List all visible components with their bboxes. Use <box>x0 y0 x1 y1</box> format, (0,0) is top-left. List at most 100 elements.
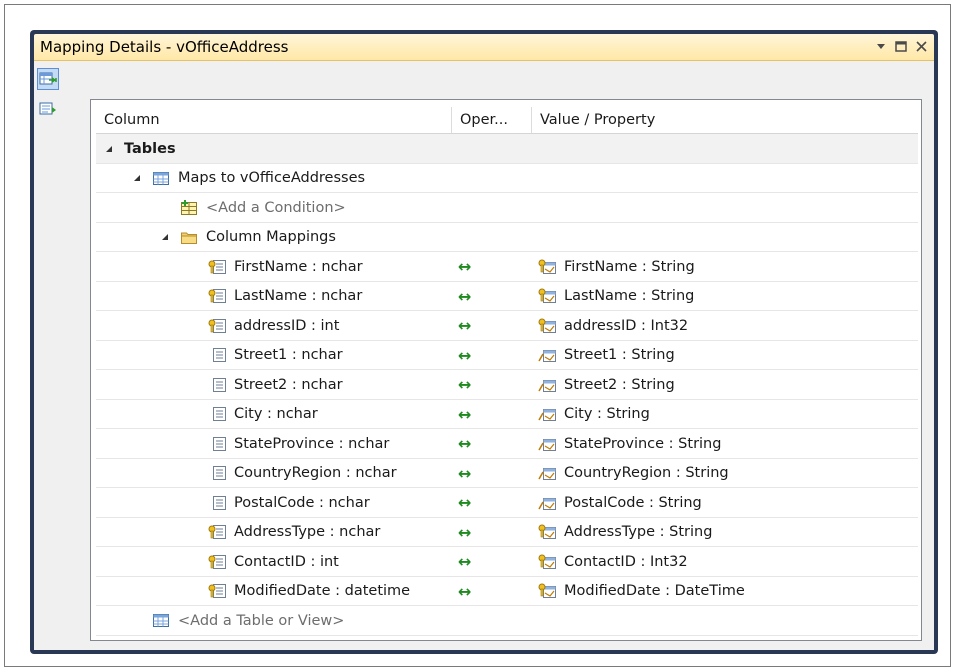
collapse-arrow-icon[interactable] <box>160 232 170 242</box>
mapping-row[interactable]: StateProvince : nchar ↔ StateProvince : … <box>96 429 918 459</box>
key-column-icon <box>208 583 226 599</box>
window-title: Mapping Details - vOfficeAddress <box>40 38 289 56</box>
collapse-arrow-icon[interactable] <box>104 144 114 154</box>
mapping-property-label: LastName : String <box>564 288 695 304</box>
property-icon <box>538 495 556 511</box>
mapping-row[interactable]: Street1 : nchar ↔ Street1 : String <box>96 341 918 370</box>
mapping-column-label: AddressType : nchar <box>234 524 381 540</box>
key-column-icon <box>208 259 226 275</box>
column-icon <box>208 465 226 481</box>
key-column-icon <box>208 288 226 304</box>
mapping-property-label: addressID : Int32 <box>564 317 689 334</box>
property-icon <box>538 347 556 363</box>
mapping-column-label: ContactID : int <box>234 553 339 570</box>
column-icon <box>208 377 226 393</box>
column-mappings-row[interactable]: Column Mappings <box>96 223 918 252</box>
maps-to-row[interactable]: Maps to vOfficeAddresses <box>96 164 918 193</box>
mapping-column-label: FirstName : nchar <box>234 258 363 275</box>
mapping-operator: ↔ <box>458 493 472 512</box>
mapping-row[interactable]: AddressType : nchar ↔ AddressType : Stri… <box>96 518 918 547</box>
table-icon <box>152 613 170 629</box>
maximize-icon[interactable] <box>894 38 908 54</box>
property-icon <box>538 465 556 481</box>
column-icon <box>208 495 226 511</box>
mapping-column-label: addressID : int <box>234 317 340 334</box>
window-controls <box>874 38 928 54</box>
add-condition-label: <Add a Condition> <box>206 199 346 216</box>
mapping-property-label: Street2 : String <box>564 376 675 393</box>
mapping-property-label: FirstName : String <box>564 258 695 275</box>
mapping-property-label: CountryRegion : String <box>564 465 729 481</box>
operator-header[interactable]: Oper... <box>452 107 532 133</box>
mapping-grid: Column Oper... Value / Property Tables M… <box>90 99 922 641</box>
add-condition-row[interactable]: <Add a Condition> <box>96 193 918 223</box>
mapping-details-window: Mapping Details - vOfficeAddress Column … <box>30 30 938 654</box>
mapping-column-label: ModifiedDate : datetime <box>234 583 411 599</box>
mapping-column-label: Street2 : nchar <box>234 376 343 393</box>
property-icon <box>538 377 556 393</box>
map-to-table-button[interactable] <box>37 68 59 90</box>
content-area: Column Oper... Value / Property Tables M… <box>34 61 934 650</box>
collapse-arrow-icon[interactable] <box>132 173 142 183</box>
mapping-property-label: ContactID : Int32 <box>564 553 688 570</box>
mapping-column-label: CountryRegion : nchar <box>234 465 397 481</box>
function-map-icon <box>39 102 56 115</box>
table-icon <box>152 170 170 186</box>
add-condition-icon <box>180 200 198 216</box>
mapping-column-label: Street1 : nchar <box>234 347 343 363</box>
mapping-row[interactable]: ModifiedDate : datetime ↔ ModifiedDate :… <box>96 577 918 606</box>
mapping-operator: ↔ <box>458 434 472 453</box>
mapping-property-label: PostalCode : String <box>564 494 702 511</box>
table-map-icon <box>39 72 57 85</box>
side-toolstrip <box>34 61 62 650</box>
mapping-operator: ↔ <box>458 404 472 424</box>
property-icon <box>538 406 556 422</box>
mapping-row[interactable]: ContactID : int ↔ ContactID : Int32 <box>96 547 918 577</box>
mapping-column-label: LastName : nchar <box>234 288 363 304</box>
key-column-icon <box>208 554 226 570</box>
mapping-row[interactable]: City : nchar ↔ City : String <box>96 400 918 429</box>
property-icon <box>538 436 556 452</box>
maps-to-label: Maps to vOfficeAddresses <box>178 170 366 186</box>
column-mappings-label: Column Mappings <box>206 229 336 245</box>
tables-label: Tables <box>124 140 176 157</box>
mapping-operator: ↔ <box>458 463 472 483</box>
column-icon <box>208 406 226 422</box>
mapping-column-label: StateProvince : nchar <box>234 435 390 452</box>
column-header[interactable]: Column <box>96 107 452 133</box>
key-property-icon <box>538 259 556 275</box>
mapping-row[interactable]: FirstName : nchar ↔ FirstName : String <box>96 252 918 282</box>
mapping-property-label: Street1 : String <box>564 347 675 363</box>
mapping-row[interactable]: addressID : int ↔ addressID : Int32 <box>96 311 918 341</box>
mapping-column-label: City : nchar <box>234 406 318 422</box>
mapping-operator: ↔ <box>458 345 472 365</box>
close-icon[interactable] <box>914 38 928 54</box>
mapping-operator: ↔ <box>458 316 472 335</box>
key-property-icon <box>538 554 556 570</box>
mapping-column-label: PostalCode : nchar <box>234 494 370 511</box>
mapping-row[interactable]: PostalCode : nchar ↔ PostalCode : String <box>96 488 918 518</box>
key-property-icon <box>538 524 556 540</box>
column-icon <box>208 436 226 452</box>
mapping-operator: ↔ <box>458 552 472 571</box>
mapping-property-label: City : String <box>564 406 650 422</box>
title-bar[interactable]: Mapping Details - vOfficeAddress <box>34 34 934 61</box>
add-table-label: <Add a Table or View> <box>178 612 345 629</box>
key-column-icon <box>208 524 226 540</box>
mapping-property-label: AddressType : String <box>564 524 713 540</box>
mapping-row[interactable]: CountryRegion : nchar ↔ CountryRegion : … <box>96 459 918 488</box>
mapping-operator: ↔ <box>458 522 472 542</box>
tables-row[interactable]: Tables <box>96 134 918 164</box>
mapping-row[interactable]: LastName : nchar ↔ LastName : String <box>96 282 918 311</box>
folder-icon <box>180 229 198 245</box>
add-table-row[interactable]: <Add a Table or View> <box>96 606 918 636</box>
key-property-icon <box>538 583 556 599</box>
mapping-row[interactable]: Street2 : nchar ↔ Street2 : String <box>96 370 918 400</box>
dropdown-arrow-icon[interactable] <box>874 38 888 54</box>
mapping-operator: ↔ <box>458 375 472 394</box>
map-to-functions-button[interactable] <box>37 98 59 120</box>
key-property-icon <box>538 318 556 334</box>
mapping-operator: ↔ <box>458 286 472 306</box>
value-property-header[interactable]: Value / Property <box>532 107 918 133</box>
column-icon <box>208 347 226 363</box>
